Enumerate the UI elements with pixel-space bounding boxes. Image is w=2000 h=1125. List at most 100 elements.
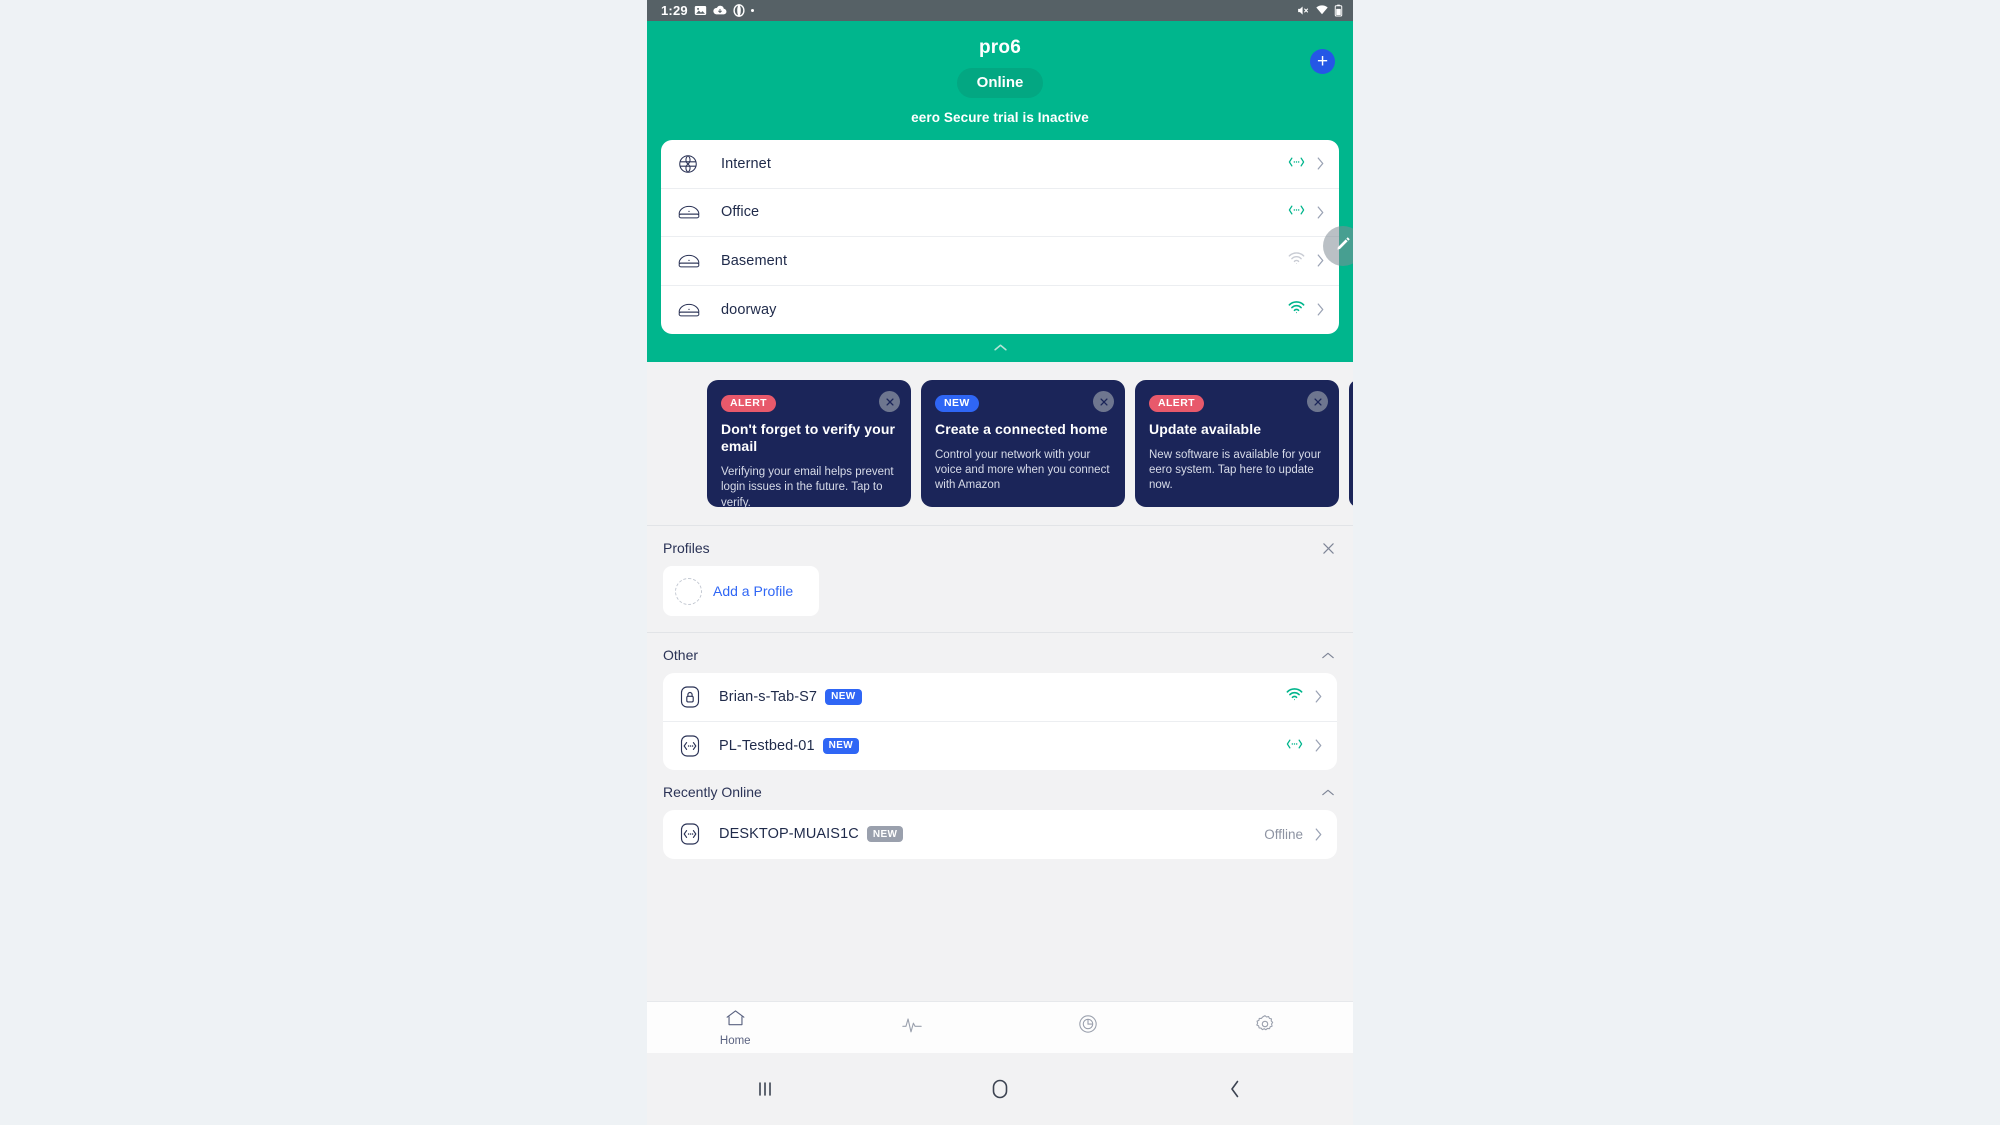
status-bar-clock: 1:29: [661, 3, 688, 18]
home-circle-icon[interactable]: [882, 1078, 1117, 1100]
header-collapse-button[interactable]: [647, 334, 1353, 362]
eero-logo-icon: [1078, 1014, 1098, 1039]
notification-card-peek[interactable]: [1349, 380, 1353, 507]
recently-online-section-header: Recently Online: [647, 770, 1353, 810]
tab-activity[interactable]: [824, 1002, 1001, 1053]
back-chevron-icon[interactable]: [1118, 1078, 1353, 1100]
list-item[interactable]: Brian-s-Tab-S7 NEW: [663, 673, 1337, 722]
recently-online-device-list: DESKTOP-MUAIS1C NEW Offline: [663, 810, 1337, 859]
device-row-right: [1288, 300, 1325, 319]
device-name: Brian-s-Tab-S7: [719, 688, 818, 705]
add-profile-button[interactable]: Add a Profile: [663, 566, 819, 616]
wifi-icon: [1286, 687, 1303, 706]
close-icon[interactable]: [1093, 391, 1114, 412]
device-row-right: [1288, 203, 1325, 221]
chevron-right-icon: [1316, 253, 1325, 268]
card-title: Don't forget to verify your email: [721, 420, 896, 454]
profiles-section: Profiles Add a Profile: [647, 526, 1353, 632]
other-collapse-button[interactable]: [1321, 651, 1335, 660]
ethernet-icon: [1288, 203, 1305, 221]
section-title: Other: [663, 647, 699, 663]
chevron-right-icon: [1316, 156, 1325, 171]
status-bar: 1:29: [647, 0, 1353, 21]
profiles-close-button[interactable]: [1322, 542, 1335, 555]
recently-online-section: Recently Online DESKTOP-MUAIS1C NEW Offl…: [647, 770, 1353, 859]
chevron-right-icon: [1316, 205, 1325, 220]
other-device-list: Brian-s-Tab-S7 NEW PL-Testbed-01 NEW: [663, 673, 1337, 770]
cloud-download-icon: [713, 4, 727, 17]
device-row-basement[interactable]: Basement: [661, 237, 1339, 286]
phone-viewport: 1:29 + pro6 Online eero Secure trial is …: [647, 0, 1353, 1125]
close-icon[interactable]: [879, 391, 900, 412]
card-badge: ALERT: [721, 394, 776, 412]
generic-device-icon: [679, 734, 707, 758]
notification-card[interactable]: ALERT Don't forget to verify your email …: [707, 380, 911, 509]
device-row-right: [1288, 155, 1325, 173]
device-row-right: [1288, 251, 1325, 270]
device-row-internet[interactable]: Internet: [661, 140, 1339, 189]
add-profile-label: Add a Profile: [713, 583, 794, 599]
close-icon[interactable]: [1307, 391, 1328, 412]
eero-device-icon: [677, 252, 707, 270]
notification-card[interactable]: ALERT Update available New software is a…: [1135, 380, 1339, 507]
chevron-right-icon: [1314, 827, 1323, 842]
card-body: Verifying your email helps prevent login…: [721, 465, 894, 509]
home-icon: [725, 1009, 746, 1033]
list-item[interactable]: DESKTOP-MUAIS1C NEW Offline: [663, 810, 1337, 859]
card-badge: NEW: [935, 394, 979, 412]
lock-device-icon: [679, 685, 707, 709]
card-badge: ALERT: [1149, 394, 1204, 412]
section-title: Profiles: [663, 540, 710, 556]
recently-online-collapse-button[interactable]: [1321, 788, 1335, 797]
chevron-right-icon: [1314, 738, 1323, 753]
device-row-office[interactable]: Office: [661, 189, 1339, 237]
list-item[interactable]: PL-Testbed-01 NEW: [663, 722, 1337, 771]
dot-icon: [750, 9, 754, 12]
other-section-header: Other: [647, 633, 1353, 673]
eero-secure-notice[interactable]: eero Secure trial is Inactive: [647, 110, 1353, 125]
gear-icon: [1255, 1014, 1275, 1039]
page-title: pro6: [979, 37, 1021, 58]
wifi-icon: [1288, 300, 1305, 319]
tab-settings[interactable]: [1177, 1002, 1354, 1053]
card-body: New software is available for your eero …: [1149, 448, 1321, 492]
android-navigation-bar: [647, 1053, 1353, 1125]
volume-mute-icon: [1296, 4, 1310, 17]
tab-home[interactable]: Home: [647, 1002, 824, 1053]
list-item-right: [1286, 687, 1323, 706]
new-badge: NEW: [825, 688, 862, 705]
notification-card[interactable]: NEW Create a connected home Control your…: [921, 380, 1125, 507]
globe-icon: [677, 153, 707, 175]
status-text: Offline: [1264, 826, 1303, 842]
status-pill-wrap: Online: [647, 68, 1353, 98]
recents-icon[interactable]: [647, 1079, 882, 1099]
tab-eero-secure[interactable]: [1000, 1002, 1177, 1053]
image-icon: [694, 4, 707, 17]
status-bar-left: 1:29: [661, 3, 754, 18]
wifi-icon: [1315, 4, 1329, 17]
opera-o-icon: [733, 4, 745, 17]
dashed-avatar-icon: [675, 577, 702, 605]
eero-device-icon: [677, 203, 707, 221]
list-item-right: Offline: [1264, 827, 1323, 842]
chevron-up-icon: [993, 339, 1008, 357]
screen-root: 1:29 + pro6 Online eero Secure trial is …: [0, 0, 2000, 1125]
tab-label: Home: [719, 1034, 751, 1047]
card-title: Create a connected home: [935, 420, 1108, 437]
pencil-icon: [1335, 235, 1352, 257]
battery-icon: [1334, 4, 1343, 17]
ethernet-icon: [1286, 737, 1303, 755]
notification-card-carousel[interactable]: ALERT Don't forget to verify your email …: [647, 362, 1353, 525]
card-title: Update available: [1149, 420, 1262, 437]
new-badge: NEW: [822, 737, 860, 754]
status-badge[interactable]: Online: [956, 68, 1044, 98]
network-header: + pro6 Online eero Secure trial is Inact…: [647, 21, 1353, 362]
list-item-right: [1286, 737, 1323, 755]
card-body: Control your network with your voice and…: [935, 448, 1110, 492]
device-name: Internet: [721, 155, 771, 172]
eero-device-list: Internet Office Basement doorway: [661, 140, 1339, 334]
profiles-body: Add a Profile: [647, 566, 1353, 632]
add-button[interactable]: +: [1310, 49, 1335, 74]
device-row-doorway[interactable]: doorway: [661, 286, 1339, 335]
generic-device-icon: [679, 822, 707, 846]
